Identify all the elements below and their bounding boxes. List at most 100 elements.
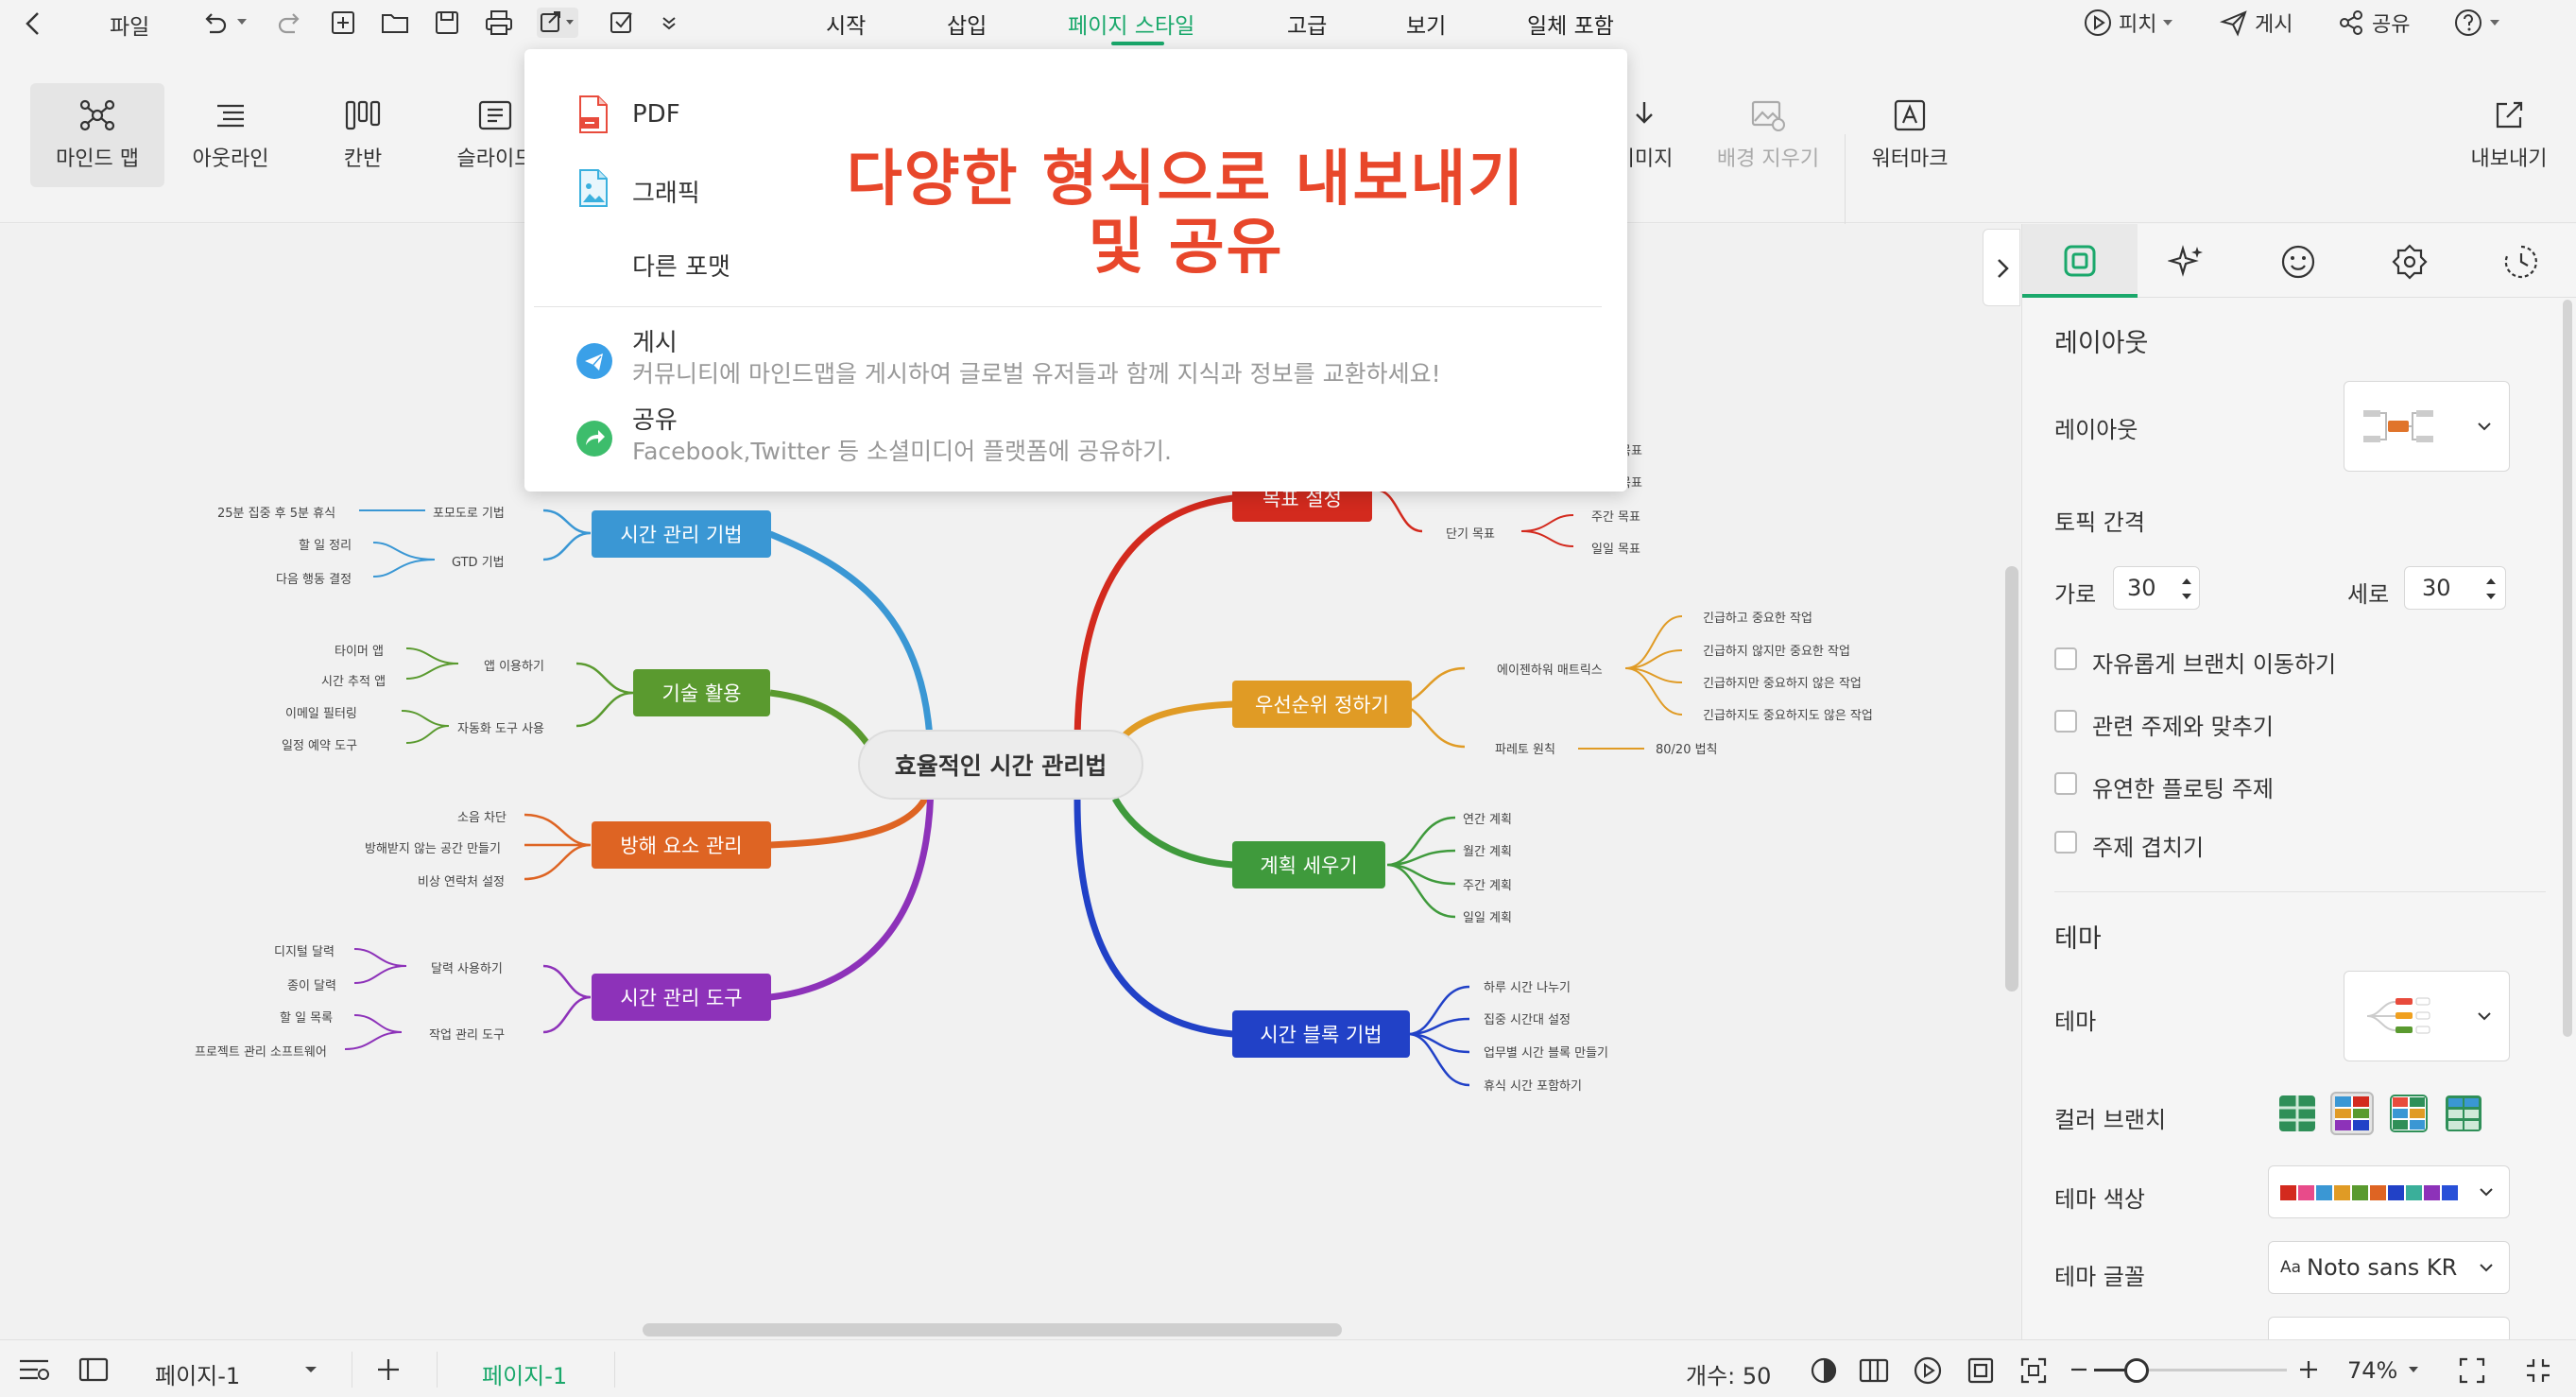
leaf-topic[interactable]: 일일 계획 [1463, 907, 1512, 925]
tab-all-in-one[interactable]: 일체 포함 [1527, 8, 1614, 40]
topic-priorities[interactable]: 우선순위 정하기 [1232, 681, 1412, 728]
badge-icon[interactable] [2391, 243, 2429, 281]
history-clock-icon[interactable] [2502, 243, 2540, 281]
remove-background-button[interactable]: 배경 지우기 [1707, 83, 1829, 187]
open-folder-icon[interactable] [380, 9, 410, 37]
mindmap-view-button[interactable]: 마인드 맵 [30, 83, 164, 187]
stepper-arrows-icon[interactable] [2484, 575, 2498, 603]
color-branch-option-3[interactable] [2387, 1092, 2430, 1135]
leaf-topic[interactable]: 하루 시간 나누기 [1484, 977, 1571, 995]
subtopic[interactable]: 작업 관리 도구 [429, 1025, 505, 1043]
leaf-topic[interactable]: 프로젝트 관리 소프트웨어 [195, 1042, 327, 1060]
tab-page-style[interactable]: 페이지 스타일 [1068, 8, 1194, 40]
export-share-icon[interactable] [537, 8, 578, 38]
panel-toggle-button[interactable] [1983, 229, 2020, 306]
leaf-topic[interactable]: 방해받지 않는 공간 만들기 [365, 838, 501, 856]
leaf-topic[interactable]: 월간 계획 [1463, 841, 1512, 859]
undo-icon[interactable] [200, 9, 229, 38]
fit-page-icon[interactable] [1966, 1355, 1996, 1386]
leaf-topic[interactable]: 소음 차단 [457, 807, 507, 825]
topic-time-tools[interactable]: 시간 관리 도구 [592, 974, 771, 1021]
topic-distraction[interactable]: 방해 요소 관리 [592, 821, 771, 869]
checkbox-overlap-topics[interactable] [2054, 831, 2077, 854]
more-chevron-icon[interactable] [660, 13, 678, 32]
watermark-button[interactable]: 워터마크 [1858, 83, 1962, 187]
leaf-topic[interactable]: 주간 목표 [1591, 507, 1640, 525]
leaf-topic[interactable]: 비상 연락처 설정 [418, 871, 505, 889]
share-item[interactable]: 공유 Facebook,Twitter 등 소셜미디어 플랫폼에 공유하기. [524, 401, 1627, 476]
publish-item[interactable]: 게시 커뮤니티에 마인드맵을 게시하여 글로벌 유저들과 함께 지식과 정보를 … [524, 323, 1627, 399]
stepper-arrows-icon[interactable] [2180, 575, 2193, 603]
leaf-topic[interactable]: 일정 예약 도구 [282, 735, 357, 753]
color-branch-option-4[interactable] [2442, 1092, 2485, 1135]
panel-scrollbar[interactable] [2563, 300, 2572, 1037]
checkbox-align-related[interactable] [2054, 710, 2077, 733]
theme-color-select[interactable] [2268, 1165, 2510, 1218]
leaf-topic[interactable]: 할 일 정리 [299, 535, 352, 553]
horizontal-scrollbar[interactable] [643, 1323, 1342, 1337]
leaf-topic[interactable]: 25분 집중 후 5분 휴식 [217, 503, 335, 521]
leaf-topic[interactable]: 다음 행동 결정 [276, 569, 352, 587]
checkbox-flexible-floating[interactable] [2054, 772, 2077, 795]
theme-font-select[interactable]: Aa Noto sans KR [2268, 1241, 2510, 1294]
pitch-button[interactable]: 피치 [2083, 8, 2173, 38]
share-button[interactable]: 공유 [2336, 8, 2410, 38]
layout-select[interactable] [2344, 381, 2510, 472]
ai-sparkle-icon[interactable] [2168, 243, 2206, 281]
leaf-topic[interactable]: 타이머 앱 [335, 641, 384, 659]
new-page-icon[interactable] [329, 9, 357, 37]
subtopic[interactable]: 단기 목표 [1446, 524, 1495, 542]
tab-advanced[interactable]: 고급 [1287, 8, 1327, 40]
publish-button[interactable]: 게시 [2219, 8, 2293, 38]
leaf-topic[interactable]: 일일 목표 [1591, 539, 1640, 557]
subtopic[interactable]: 자동화 도구 사용 [457, 718, 544, 736]
book-view-icon[interactable] [1858, 1355, 1890, 1386]
leaf-topic[interactable]: 긴급하지도 중요하지도 않은 작업 [1703, 705, 1873, 723]
zoom-out-icon[interactable] [2069, 1365, 2088, 1374]
add-page-icon[interactable] [374, 1355, 403, 1384]
subtopic[interactable]: 포모도로 기법 [433, 503, 505, 521]
zoom-level[interactable]: 74% [2347, 1357, 2397, 1384]
vertical-scrollbar[interactable] [2005, 566, 2018, 992]
leaf-topic[interactable]: 연간 계획 [1463, 809, 1512, 827]
tab-view[interactable]: 보기 [1406, 8, 1446, 40]
page-select[interactable]: 페이지-1 [142, 1350, 331, 1389]
leaf-topic[interactable]: 긴급하지만 중요하지 않은 작업 [1703, 673, 1862, 691]
topic-time-techniques[interactable]: 시간 관리 기법 [592, 510, 771, 558]
central-topic[interactable]: 효율적인 시간 관리법 [858, 730, 1143, 800]
page-panel-icon[interactable] [77, 1355, 110, 1384]
horizontal-spacing-input[interactable]: 30 [2113, 566, 2200, 610]
emoji-icon[interactable] [2279, 243, 2317, 281]
color-branch-option-1[interactable] [2275, 1092, 2319, 1135]
save-icon[interactable] [433, 9, 461, 37]
subtopic[interactable]: 달력 사용하기 [431, 958, 503, 976]
back-chevron-icon[interactable] [21, 9, 45, 38]
undo-dropdown-icon[interactable] [236, 17, 248, 26]
outline-toggle-icon[interactable] [17, 1355, 51, 1384]
checkbox-free-branch[interactable] [2054, 647, 2077, 670]
topic-time-block[interactable]: 시간 블록 기법 [1232, 1010, 1410, 1058]
fit-window-icon[interactable] [2018, 1355, 2049, 1386]
subtopic[interactable]: 에이젠하워 매트릭스 [1497, 660, 1603, 678]
zoom-caret-icon[interactable] [2408, 1365, 2419, 1374]
page-tab-active[interactable]: 페이지-1 [454, 1340, 614, 1397]
leaf-topic[interactable]: 이메일 필터링 [285, 703, 357, 721]
kanban-view-button[interactable]: 칸반 [299, 83, 427, 187]
leaf-topic[interactable]: 집중 시간대 설정 [1484, 1009, 1571, 1027]
exit-fullscreen-icon[interactable] [2523, 1355, 2553, 1386]
vertical-spacing-input[interactable]: 30 [2404, 566, 2506, 610]
presentation-play-icon[interactable] [1913, 1355, 1943, 1386]
next-setting-select[interactable] [2268, 1317, 2510, 1339]
zoom-in-icon[interactable] [2298, 1359, 2319, 1380]
tab-start[interactable]: 시작 [826, 8, 866, 40]
topic-tech-use[interactable]: 기술 활용 [633, 669, 770, 716]
leaf-topic[interactable]: 디지털 달력 [274, 941, 335, 959]
print-icon[interactable] [484, 9, 514, 37]
leaf-topic[interactable]: 할 일 목록 [280, 1008, 333, 1026]
subtopic[interactable]: GTD 기법 [452, 552, 505, 570]
export-button[interactable]: 내보내기 [2457, 83, 2561, 187]
task-check-icon[interactable] [607, 8, 637, 38]
leaf-topic[interactable]: 80/20 법칙 [1656, 739, 1718, 757]
theme-select[interactable] [2344, 971, 2510, 1061]
topic-planning[interactable]: 계획 세우기 [1232, 841, 1385, 888]
